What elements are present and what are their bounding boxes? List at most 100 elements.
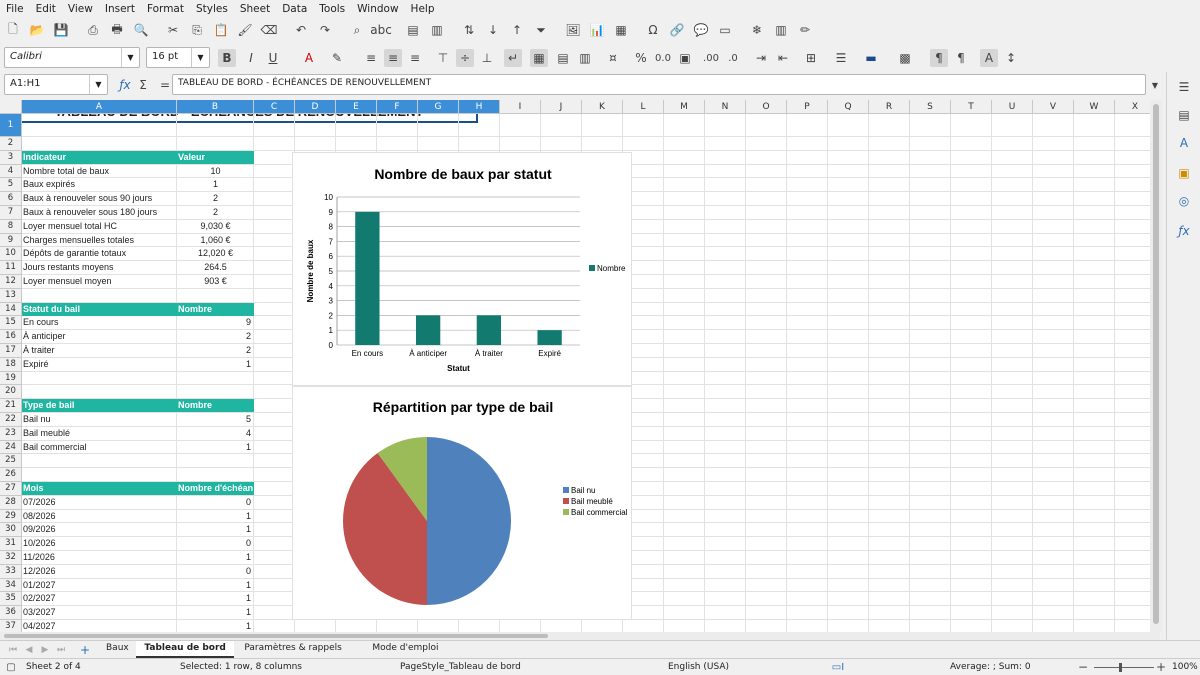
- row-header-15[interactable]: 15: [0, 316, 22, 331]
- borders-icon[interactable]: ⊞: [802, 49, 820, 67]
- column-header-l[interactable]: L: [623, 100, 664, 114]
- save-icon[interactable]: 💾: [52, 21, 70, 39]
- paste-icon[interactable]: 📋: [212, 21, 230, 39]
- row-header-29[interactable]: 29: [0, 509, 22, 524]
- row-header-7[interactable]: 7: [0, 206, 22, 220]
- align-center-icon[interactable]: ≡: [384, 49, 402, 67]
- kpi-label-cell[interactable]: Loyer mensuel total HC: [22, 220, 177, 233]
- sheet-tab[interactable]: Mode d'emploi: [364, 641, 446, 658]
- row-header-30[interactable]: 30: [0, 523, 22, 538]
- table-header-cell[interactable]: Type de bail: [22, 399, 177, 413]
- column-header-g[interactable]: G: [418, 100, 459, 114]
- navigator-icon[interactable]: ◎: [1175, 192, 1193, 210]
- month-label-cell[interactable]: 07/2026: [22, 496, 177, 509]
- menu-item[interactable]: Data: [276, 3, 313, 15]
- name-box[interactable]: A1:H1 ▼: [4, 74, 108, 95]
- function-wizard-icon[interactable]: ƒx: [116, 76, 134, 94]
- column-icon[interactable]: ▥: [428, 21, 446, 39]
- show-draw-icon[interactable]: ✏: [796, 21, 814, 39]
- kpi-label-cell[interactable]: Jours restants moyens: [22, 261, 177, 274]
- row-header-25[interactable]: 25: [0, 454, 22, 469]
- export-pdf-icon[interactable]: ⎙: [84, 21, 102, 39]
- ltr-icon[interactable]: ¶: [930, 49, 948, 67]
- chevron-down-icon[interactable]: ▼: [89, 75, 107, 94]
- table-header-cell[interactable]: Mois: [22, 482, 177, 495]
- row-header-6[interactable]: 6: [0, 192, 22, 206]
- row-icon[interactable]: ▤: [404, 21, 422, 39]
- value-cell[interactable]: 2: [177, 206, 254, 219]
- table-header-cell[interactable]: Valeur: [177, 150, 254, 164]
- date-format-icon[interactable]: ▣: [676, 49, 694, 67]
- value-cell[interactable]: 1: [177, 358, 254, 371]
- font-size-box[interactable]: 16 pt ▼: [146, 47, 210, 68]
- freeze-icon[interactable]: ❄: [748, 21, 766, 39]
- row-header-13[interactable]: 13: [0, 288, 22, 303]
- row-header-17[interactable]: 17: [0, 344, 22, 358]
- value-cell[interactable]: 2: [177, 192, 254, 205]
- value-cell[interactable]: 9: [177, 316, 254, 329]
- column-header-a[interactable]: A: [22, 100, 177, 114]
- conditional-format-icon[interactable]: ▩: [896, 49, 914, 67]
- value-cell[interactable]: 0: [177, 496, 254, 509]
- row-header-3[interactable]: 3: [0, 150, 22, 165]
- month-label-cell[interactable]: 01/2027: [22, 579, 177, 592]
- value-cell[interactable]: 12,020 €: [177, 247, 254, 260]
- border-color-icon[interactable]: ▬: [862, 49, 880, 67]
- menu-item[interactable]: Sheet: [234, 3, 276, 15]
- sheet-tab[interactable]: Tableau de bord: [136, 641, 234, 658]
- zoom-in-icon[interactable]: +: [1154, 659, 1168, 675]
- spelling-icon[interactable]: abc: [370, 21, 392, 39]
- zoom-slider-handle[interactable]: [1119, 663, 1122, 672]
- value-cell[interactable]: 5: [177, 413, 254, 426]
- hyperlink-icon[interactable]: 🔗: [668, 21, 686, 39]
- spreadsheet-grid[interactable]: A B C D E F G H I J K L M N O P Q R S T U V W X 1 2 3 4 5 6 7 8 9 10 11 12 1…: [0, 100, 1160, 632]
- language[interactable]: English (USA): [668, 662, 729, 672]
- column-header-n[interactable]: N: [705, 100, 746, 114]
- chevron-down-icon[interactable]: ▼: [191, 48, 209, 67]
- value-cell[interactable]: 1: [177, 579, 254, 592]
- gallery-icon[interactable]: ▣: [1175, 164, 1193, 182]
- row-header-33[interactable]: 33: [0, 564, 22, 579]
- sheet-tab[interactable]: Paramètres & rappels: [236, 641, 349, 658]
- italic-icon[interactable]: I: [242, 49, 260, 67]
- row-header-27[interactable]: 27: [0, 482, 22, 496]
- bar-chart[interactable]: Nombre de baux par statut 0 1 2 3 4 5 6 7 8 9 10 En …: [292, 152, 632, 386]
- copy-icon[interactable]: ⎘: [188, 21, 206, 39]
- redo-icon[interactable]: ↷: [316, 21, 334, 39]
- status-label-cell[interactable]: À traiter: [22, 344, 177, 357]
- value-cell[interactable]: 903 €: [177, 275, 254, 288]
- column-header-p[interactable]: P: [787, 100, 828, 114]
- print-icon[interactable]: 🖶: [108, 21, 126, 39]
- row-header-10[interactable]: 10: [0, 247, 22, 262]
- month-label-cell[interactable]: 02/2027: [22, 592, 177, 605]
- menu-item[interactable]: File: [0, 3, 30, 15]
- value-cell[interactable]: 1: [177, 441, 254, 454]
- value-cell[interactable]: 2: [177, 330, 254, 343]
- undo-icon[interactable]: ↶: [292, 21, 310, 39]
- menu-item[interactable]: Styles: [190, 3, 234, 15]
- value-cell[interactable]: 0: [177, 537, 254, 550]
- cut-icon[interactable]: ✂: [164, 21, 182, 39]
- type-label-cell[interactable]: Bail nu: [22, 413, 177, 426]
- zoom-slider[interactable]: [1094, 663, 1154, 672]
- row-header-23[interactable]: 23: [0, 426, 22, 441]
- comment-icon[interactable]: 💬: [692, 21, 710, 39]
- font-color-icon[interactable]: A: [300, 49, 318, 67]
- align-bottom-icon[interactable]: ⊥: [478, 49, 496, 67]
- font-name-box[interactable]: Calibri ▼: [4, 47, 140, 68]
- increase-indent-icon[interactable]: ⇥: [752, 49, 770, 67]
- highlight-icon[interactable]: ✎: [328, 49, 346, 67]
- row-header-8[interactable]: 8: [0, 219, 22, 234]
- text-vertical-icon[interactable]: A: [980, 49, 998, 67]
- value-cell[interactable]: 1: [177, 178, 254, 191]
- menu-item[interactable]: Help: [405, 3, 441, 15]
- align-left-icon[interactable]: ≡: [362, 49, 380, 67]
- new-icon[interactable]: 🗋: [4, 21, 22, 39]
- menu-icon[interactable]: ☰: [1175, 78, 1193, 96]
- value-cell[interactable]: 2: [177, 344, 254, 357]
- table-header-cell[interactable]: Nombre d'échéan: [177, 482, 254, 495]
- row-header-2[interactable]: 2: [0, 137, 22, 151]
- menu-item[interactable]: Window: [351, 3, 404, 15]
- wrap-text-icon[interactable]: ↵: [504, 49, 522, 67]
- column-header-d[interactable]: D: [295, 100, 336, 114]
